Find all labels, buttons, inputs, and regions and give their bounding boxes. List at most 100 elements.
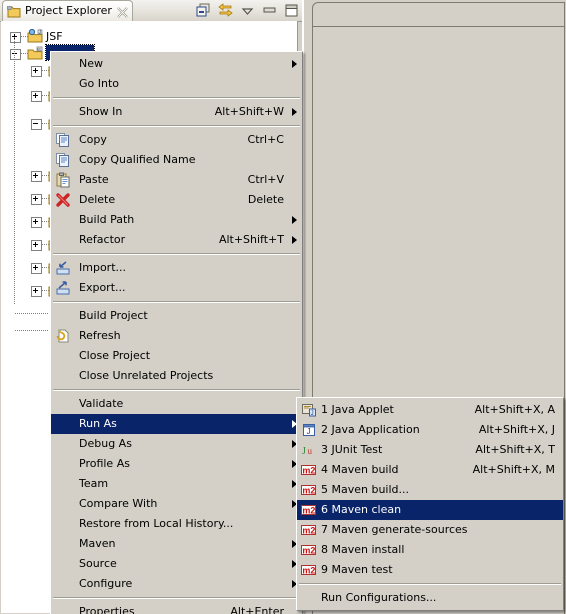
submenu-item-accelerator: Alt+Shift+X, J	[478, 423, 555, 436]
menu-item-restore-from-local-history[interactable]: Restore from Local History...	[51, 514, 302, 534]
menu-item-validate[interactable]: Validate	[51, 394, 302, 414]
refresh-icon	[55, 328, 71, 344]
close-icon[interactable]	[117, 5, 128, 18]
svg-text:m2: m2	[302, 485, 315, 495]
menu-item-label: Refactor	[79, 233, 126, 246]
submenu-item-maven-build-dialog[interactable]: m2 5 Maven build...	[297, 480, 563, 500]
svg-text:M: M	[37, 47, 40, 52]
menu-item-copy-qualified-name[interactable]: Copy Qualified Name	[51, 150, 302, 170]
collapse-all-icon[interactable]	[195, 2, 212, 19]
menu-item-properties[interactable]: Properties Alt+Enter	[51, 602, 302, 614]
menu-item-maven[interactable]: Maven	[51, 534, 302, 554]
menu-item-build-project[interactable]: Build Project	[51, 306, 302, 326]
view-tab-row: Project Explorer	[0, 0, 302, 22]
menu-item-profile-as[interactable]: Profile As	[51, 454, 302, 474]
run-as-submenu[interactable]: J 1 Java Applet Alt+Shift+X, A J 2 Java …	[296, 397, 564, 611]
menu-item-go-into[interactable]: Go Into	[51, 74, 302, 94]
collapse-icon[interactable]	[31, 119, 42, 130]
menu-item-label: Team	[79, 477, 109, 490]
menu-item-run-as[interactable]: Run As	[51, 414, 302, 434]
tab-project-explorer[interactable]: Project Explorer	[2, 0, 133, 21]
expand-icon[interactable]	[10, 32, 21, 43]
menu-item-label: Run As	[79, 417, 117, 430]
submenu-item-maven-test[interactable]: m2 9 Maven test	[297, 560, 563, 580]
menu-item-import[interactable]: Import...	[51, 258, 302, 278]
menu-item-close-unrelated-projects[interactable]: Close Unrelated Projects	[51, 366, 302, 386]
menu-item-paste[interactable]: Paste Ctrl+V	[51, 170, 302, 190]
project-context-menu[interactable]: New Go Into Show In Alt+Shift+W Copy Ctr…	[50, 51, 303, 614]
menu-item-label: Configure	[79, 577, 133, 590]
svg-text:J: J	[302, 446, 306, 457]
view-menu-icon[interactable]	[239, 2, 256, 19]
export-icon	[55, 280, 71, 296]
menu-item-copy[interactable]: Copy Ctrl+C	[51, 130, 302, 150]
java-application-icon: J	[301, 422, 317, 438]
junit-icon: J u	[301, 442, 317, 458]
submenu-item-label: 1 Java Applet	[321, 403, 394, 416]
expand-icon[interactable]	[31, 91, 42, 102]
submenu-item-maven-generate-sources[interactable]: m2 7 Maven generate-sources	[297, 520, 563, 540]
submenu-item-label: 4 Maven build	[321, 463, 399, 476]
jsf-project-icon: J	[27, 28, 43, 44]
menu-item-label: New	[79, 57, 103, 70]
svg-text:m2: m2	[302, 565, 315, 575]
expand-icon[interactable]	[31, 217, 42, 228]
tree-connector	[15, 313, 48, 314]
maximize-icon[interactable]	[283, 2, 300, 19]
svg-text:m2: m2	[302, 545, 315, 555]
menu-item-close-project[interactable]: Close Project	[51, 346, 302, 366]
submenu-item-label: Run Configurations...	[321, 591, 437, 604]
menu-item-configure[interactable]: Configure	[51, 574, 302, 594]
submenu-item-maven-clean[interactable]: m2 6 Maven clean	[297, 500, 563, 520]
menu-item-debug-as[interactable]: Debug As	[51, 434, 302, 454]
menu-item-accelerator: Ctrl+C	[247, 133, 284, 146]
expand-icon[interactable]	[31, 194, 42, 205]
menu-item-label: Go Into	[79, 77, 120, 90]
menu-item-refactor[interactable]: Refactor Alt+Shift+T	[51, 230, 302, 250]
view-toolbar	[195, 1, 300, 20]
expand-icon[interactable]	[31, 240, 42, 251]
menu-item-export[interactable]: Export...	[51, 278, 302, 298]
submenu-item-maven-install[interactable]: m2 8 Maven install	[297, 540, 563, 560]
maven-icon: m2	[301, 462, 317, 478]
submenu-item-maven-build[interactable]: m2 4 Maven build Alt+Shift+X, M	[297, 460, 563, 480]
menu-separator	[53, 97, 300, 99]
submenu-item-label: 9 Maven test	[321, 563, 393, 576]
menu-item-show-in[interactable]: Show In Alt+Shift+W	[51, 102, 302, 122]
menu-item-label: Show In	[79, 105, 123, 118]
menu-item-team[interactable]: Team	[51, 474, 302, 494]
submenu-item-java-applet[interactable]: J 1 Java Applet Alt+Shift+X, A	[297, 400, 563, 420]
menu-separator	[53, 597, 300, 599]
menu-item-delete[interactable]: Delete Delete	[51, 190, 302, 210]
submenu-item-accelerator: Alt+Shift+X, M	[472, 463, 555, 476]
tree-connector	[14, 37, 15, 305]
menu-item-compare-with[interactable]: Compare With	[51, 494, 302, 514]
collapse-icon[interactable]	[10, 49, 21, 60]
maven-icon: m2	[301, 562, 317, 578]
minimize-icon[interactable]	[261, 2, 278, 19]
menu-separator	[53, 125, 300, 127]
submenu-item-run-configurations[interactable]: Run Configurations...	[297, 588, 563, 608]
submenu-arrow-icon	[292, 108, 297, 116]
submenu-item-junit-test[interactable]: J u 3 JUnit Test Alt+Shift+X, T	[297, 440, 563, 460]
menu-item-refresh[interactable]: Refresh	[51, 326, 302, 346]
expand-icon[interactable]	[31, 263, 42, 274]
expand-icon[interactable]	[31, 66, 42, 77]
menu-separator	[299, 583, 561, 585]
menu-item-label: Compare With	[79, 497, 158, 510]
submenu-item-java-application[interactable]: J 2 Java Application Alt+Shift+X, J	[297, 420, 563, 440]
paste-icon	[55, 172, 71, 188]
expand-icon[interactable]	[31, 171, 42, 182]
menu-item-label: Properties	[79, 605, 135, 614]
menu-item-new[interactable]: New	[51, 54, 302, 74]
menu-item-source[interactable]: Source	[51, 554, 302, 574]
menu-item-label: Refresh	[79, 329, 121, 342]
link-with-editor-icon[interactable]	[217, 2, 234, 19]
submenu-arrow-icon	[292, 236, 297, 244]
svg-text:J: J	[311, 411, 314, 417]
expand-icon[interactable]	[31, 286, 42, 297]
project-explorer-icon	[7, 5, 21, 18]
menu-item-build-path[interactable]: Build Path	[51, 210, 302, 230]
menu-item-accelerator: Delete	[247, 193, 284, 206]
menu-item-label: Delete	[79, 193, 116, 206]
